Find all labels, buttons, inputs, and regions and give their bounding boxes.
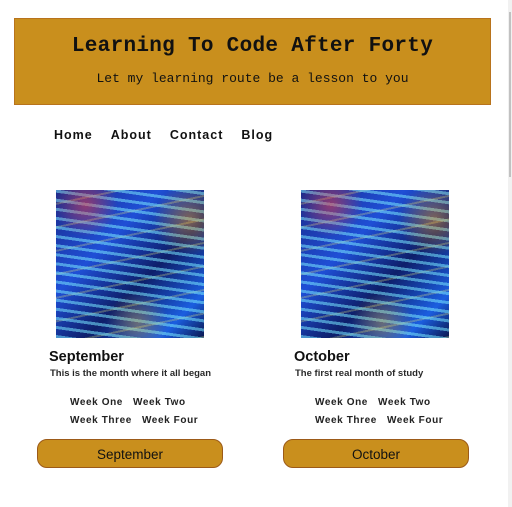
card-month-title: September xyxy=(49,349,124,365)
scrollbar-thumb[interactable] xyxy=(509,12,511,177)
vertical-scrollbar[interactable] xyxy=(508,0,512,507)
week-three-link[interactable]: Week Three xyxy=(70,415,132,426)
code-screen-image xyxy=(301,190,449,338)
nav-home[interactable]: Home xyxy=(54,128,93,142)
week-links: Week One Week Two Week Three Week Four xyxy=(315,393,485,429)
nav-contact[interactable]: Contact xyxy=(170,128,224,142)
week-one-link[interactable]: Week One xyxy=(315,397,368,408)
main-nav: Home About Contact Blog xyxy=(54,128,291,142)
card-month-title: October xyxy=(294,349,350,365)
week-row: Week Three Week Four xyxy=(315,411,485,429)
week-row: Week Three Week Four xyxy=(70,411,240,429)
week-row: Week One Week Two xyxy=(315,393,485,411)
week-four-link[interactable]: Week Four xyxy=(387,415,443,426)
week-two-link[interactable]: Week Two xyxy=(133,397,186,408)
code-screen-image xyxy=(56,190,204,338)
nav-about[interactable]: About xyxy=(111,128,152,142)
week-four-link[interactable]: Week Four xyxy=(142,415,198,426)
card-description: This is the month where it all began xyxy=(50,368,211,379)
week-row: Week One Week Two xyxy=(70,393,240,411)
week-two-link[interactable]: Week Two xyxy=(378,397,431,408)
october-button[interactable]: October xyxy=(283,439,469,468)
week-three-link[interactable]: Week Three xyxy=(315,415,377,426)
image-glow xyxy=(301,190,449,338)
week-links: Week One Week Two Week Three Week Four xyxy=(70,393,240,429)
week-one-link[interactable]: Week One xyxy=(70,397,123,408)
site-title: Learning To Code After Forty xyxy=(71,35,434,58)
september-button[interactable]: September xyxy=(37,439,223,468)
nav-blog[interactable]: Blog xyxy=(241,128,273,142)
image-glow xyxy=(56,190,204,338)
site-header: Learning To Code After Forty Let my lear… xyxy=(14,18,491,105)
card-description: The first real month of study xyxy=(295,368,424,379)
site-subtitle: Let my learning route be a lesson to you xyxy=(96,71,409,86)
page: Learning To Code After Forty Let my lear… xyxy=(0,0,508,507)
